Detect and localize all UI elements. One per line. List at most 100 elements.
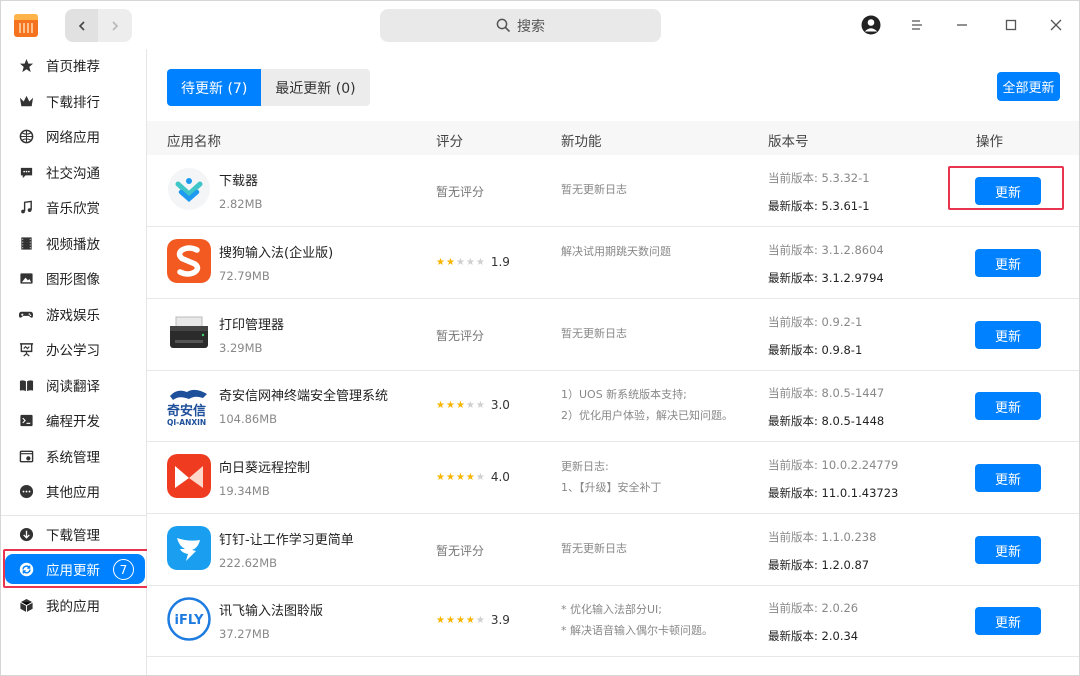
no-rating-text: 暂无评分 [436, 544, 485, 558]
tab-recent-updates[interactable]: 最近更新 (0) [261, 69, 370, 106]
tab-pending-updates[interactable]: 待更新 (7) [167, 69, 262, 106]
latest-version: 最新版本: 1.2.0.87 [768, 558, 870, 572]
update-button[interactable]: 更新 [975, 177, 1041, 205]
latest-version: 最新版本: 8.0.5-1448 [768, 414, 885, 428]
sidebar-item-reading[interactable]: 阅读翻译 [5, 370, 145, 400]
update-button[interactable]: 更新 [975, 249, 1041, 277]
presentation-icon [18, 341, 34, 357]
sidebar-item-label: 游戏娱乐 [46, 308, 100, 324]
update-button[interactable]: 更新 [975, 464, 1041, 492]
sidebar-item-system[interactable]: 系统管理 [5, 441, 145, 471]
app-store-logo-icon[interactable] [12, 11, 40, 39]
sogou-input-app-icon [167, 239, 211, 283]
sidebar-item-network[interactable]: 网络应用 [5, 121, 145, 151]
table-header: 应用名称 评分 新功能 版本号 操作 [147, 121, 1079, 155]
app-features: 暂无更新日志 [561, 542, 627, 556]
forward-button[interactable] [98, 9, 131, 42]
app-store-window: 搜索 首页推荐 下载排行 网络应用 社交沟通 音乐欣赏 视频播放 图形图像 游戏… [0, 0, 1080, 676]
table-row: 钉钉-让工作学习更简单 222.62MB 暂无评分 暂无更新日志 当前版本: 1… [147, 514, 1079, 586]
star-icon [18, 57, 34, 73]
sidebar-item-app-updates[interactable]: 应用更新 7 [5, 554, 145, 584]
table-row: 打印管理器 3.29MB 暂无评分 暂无更新日志 当前版本: 0.9.2-1 最… [147, 299, 1079, 371]
app-name: 下载器 [219, 174, 259, 189]
chevron-right-icon [111, 20, 118, 31]
crown-icon [18, 93, 34, 109]
sidebar-item-programming[interactable]: 编程开发 [5, 405, 145, 435]
rating-stars: ★ ★ ★ ★ ★ [436, 471, 485, 483]
app-size: 2.82MB [219, 197, 263, 211]
column-header-name: 应用名称 [167, 134, 221, 150]
table-row: iFLY 讯飞输入法图聆版 37.27MB ★ ★ ★ ★ ★ 3.9 * 优化输入法部… [147, 585, 1079, 657]
app-size: 104.86MB [219, 412, 278, 426]
globe-icon [18, 128, 34, 144]
app-features: * 优化输入法部分UI; * 解决语音输入偶尔卡顿问题。 [561, 599, 713, 641]
sidebar-item-office[interactable]: 办公学习 [5, 334, 145, 364]
feature-line: 1）UOS 新系统版本支持; [561, 388, 687, 401]
update-button[interactable]: 更新 [975, 392, 1041, 420]
navigation-buttons [65, 9, 132, 42]
more-icon [18, 483, 34, 499]
column-header-rating: 评分 [436, 134, 463, 150]
minimize-icon[interactable] [950, 13, 974, 37]
app-features: 暂无更新日志 [561, 183, 627, 197]
feature-line: 暂无更新日志 [561, 183, 627, 196]
sidebar-item-graphics[interactable]: 图形图像 [5, 263, 145, 293]
sidebar-item-label: 音乐欣赏 [46, 201, 100, 217]
rating-stars: ★ ★ ★ ★ ★ [436, 614, 485, 626]
close-icon[interactable] [1044, 13, 1068, 37]
sidebar-item-ranking[interactable]: 下载排行 [5, 86, 145, 116]
sidebar-item-social[interactable]: 社交沟通 [5, 157, 145, 187]
qianxin-app-icon: 奇安信 QI-ANXIN [167, 382, 211, 426]
feature-line: 2）优化用户体验，解决已知问题。 [561, 409, 733, 422]
app-name: 搜狗输入法(企业版) [219, 246, 334, 261]
ifly-input-app-icon: iFLY [167, 597, 211, 641]
box-icon [18, 597, 34, 613]
app-size: 222.62MB [219, 556, 278, 570]
search-placeholder: 搜索 [517, 18, 545, 35]
feature-line: 1、【升级】安全补丁 [561, 481, 662, 494]
current-version: 当前版本: 10.0.2.24779 [768, 458, 899, 472]
sidebar-item-label: 办公学习 [46, 343, 100, 359]
app-name: 讯飞输入法图聆版 [219, 604, 324, 619]
back-button[interactable] [65, 9, 98, 42]
menu-icon[interactable] [905, 13, 929, 37]
sidebar-item-my-apps[interactable]: 我的应用 [5, 590, 145, 620]
rating-value: 3.0 [490, 398, 510, 412]
app-size: 3.29MB [219, 341, 263, 355]
sidebar-item-label: 编程开发 [46, 414, 100, 430]
rating-stars: ★ ★ ★ ★ ★ [436, 256, 485, 268]
sidebar-item-video[interactable]: 视频播放 [5, 228, 145, 258]
feature-line: * 优化输入法部分UI; [561, 603, 662, 616]
sidebar-item-label: 下载管理 [46, 528, 100, 544]
search-input[interactable]: 搜索 [380, 9, 661, 42]
qianxin-logo-en-text: QI-ANXIN [167, 418, 206, 426]
feature-line: 更新日志: [561, 460, 609, 473]
app-size: 19.34MB [219, 484, 270, 498]
sidebar-item-music[interactable]: 音乐欣赏 [5, 192, 145, 222]
table-row: 搜狗输入法(企业版) 72.79MB ★ ★ ★ ★ ★ 1.9 解决试用期跳天数问题 … [147, 227, 1079, 299]
user-avatar-icon[interactable] [859, 13, 883, 37]
sidebar-item-label: 下载排行 [46, 95, 100, 111]
sidebar-item-others[interactable]: 其他应用 [5, 476, 145, 506]
sidebar-item-download-manager[interactable]: 下载管理 [5, 519, 145, 549]
sidebar: 首页推荐 下载排行 网络应用 社交沟通 音乐欣赏 视频播放 图形图像 游戏娱乐 [1, 49, 147, 675]
update-all-button[interactable]: 全部更新 [997, 72, 1060, 101]
latest-version: 最新版本: 3.1.2.9794 [768, 271, 884, 285]
app-features: 更新日志: 1、【升级】安全补丁 [561, 456, 662, 498]
app-features: 解决试用期跳天数问题 [561, 241, 671, 262]
app-rating: ★ ★ ★ ★ ★ 1.9 [436, 255, 510, 269]
update-button[interactable]: 更新 [975, 536, 1041, 564]
sidebar-item-label: 图形图像 [46, 272, 100, 288]
sidebar-item-label: 应用更新 [46, 563, 100, 579]
current-version: 当前版本: 0.9.2-1 [768, 315, 863, 329]
chevron-left-icon [78, 20, 85, 31]
rating-stars: ★ ★ ★ ★ ★ [436, 399, 485, 411]
sidebar-item-label: 系统管理 [46, 450, 100, 466]
update-button[interactable]: 更新 [975, 321, 1041, 349]
sunlogin-app-icon [167, 454, 211, 498]
maximize-icon[interactable] [999, 13, 1023, 37]
update-button[interactable]: 更新 [975, 607, 1041, 635]
sidebar-item-home[interactable]: 首页推荐 [5, 50, 145, 80]
sidebar-item-games[interactable]: 游戏娱乐 [5, 299, 145, 329]
feature-line: 暂无更新日志 [561, 327, 627, 340]
